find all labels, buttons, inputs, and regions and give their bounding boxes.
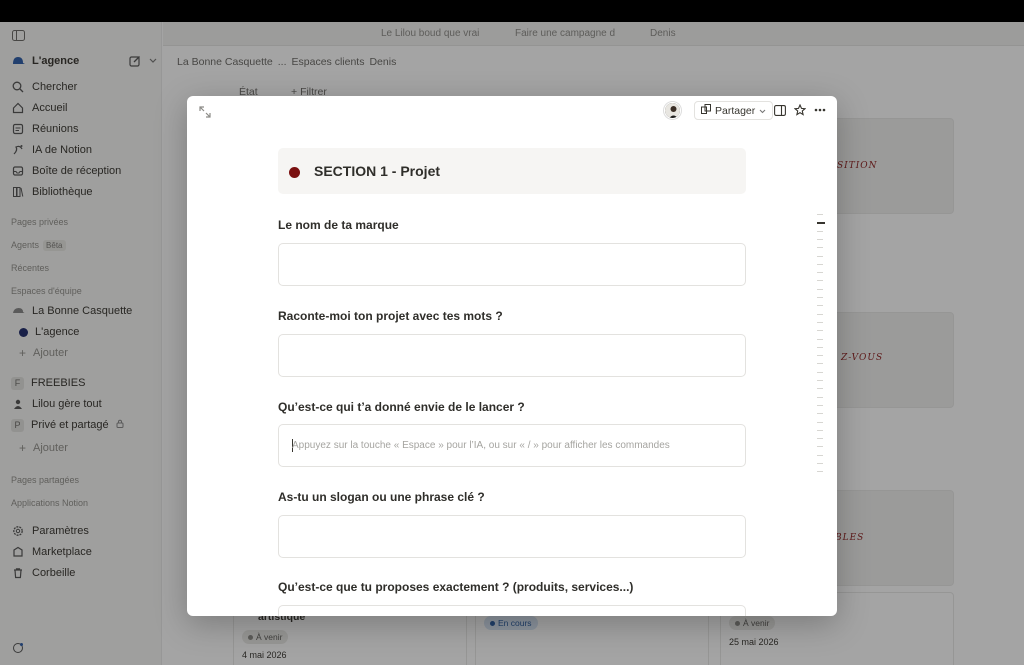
outline-tick bbox=[817, 363, 823, 365]
outline-tick bbox=[817, 463, 823, 464]
outline-tick bbox=[817, 338, 823, 340]
side-peek-icon[interactable] bbox=[773, 103, 787, 117]
red-dot-icon bbox=[289, 167, 300, 178]
outline-tick bbox=[817, 413, 823, 415]
outline-tick bbox=[817, 346, 823, 348]
star-icon[interactable] bbox=[793, 103, 807, 117]
outline-tick bbox=[817, 471, 823, 473]
share-label: Partager bbox=[715, 104, 756, 117]
question-label: Raconte-moi ton projet avec tes mots ? bbox=[278, 309, 503, 323]
outline-tick bbox=[817, 421, 823, 423]
answer-field[interactable] bbox=[278, 243, 746, 286]
share-button[interactable]: Partager bbox=[694, 101, 774, 120]
answer-field[interactable] bbox=[278, 605, 746, 616]
outline-tick bbox=[817, 446, 823, 448]
outline-tick bbox=[817, 230, 823, 232]
answer-field-active[interactable]: Appuyez sur la touche « Espace » pour l’… bbox=[278, 424, 746, 467]
expand-icon[interactable] bbox=[198, 105, 212, 119]
outline-tick bbox=[817, 247, 823, 249]
outline-tick bbox=[817, 454, 823, 456]
share-icon bbox=[701, 104, 711, 117]
outline-tick bbox=[817, 313, 823, 315]
outline-tick bbox=[817, 371, 823, 373]
outline-tick bbox=[817, 380, 823, 381]
outline-tick bbox=[817, 297, 823, 298]
outline-tick bbox=[817, 238, 823, 240]
outline-tick bbox=[817, 330, 823, 332]
chevron-down-icon bbox=[759, 105, 766, 117]
more-options-icon[interactable] bbox=[813, 103, 827, 117]
outline-tick bbox=[817, 214, 823, 215]
outline-tick bbox=[817, 388, 823, 390]
os-top-bar bbox=[0, 0, 1024, 22]
command-placeholder: Appuyez sur la touche « Espace » pour l’… bbox=[292, 440, 670, 451]
answer-field[interactable] bbox=[278, 334, 746, 377]
question-label: Qu’est-ce qui t’a donné envie de le lanc… bbox=[278, 400, 525, 414]
question-label: As-tu un slogan ou une phrase clé ? bbox=[278, 490, 485, 504]
outline-tick bbox=[817, 321, 823, 323]
outline-tick bbox=[817, 404, 823, 406]
outline-tick bbox=[817, 355, 823, 357]
avatar[interactable] bbox=[664, 102, 681, 119]
section-callout: SECTION 1 - Projet bbox=[278, 148, 746, 194]
outline-tick bbox=[817, 280, 823, 282]
page-peek-modal: Partager SECTION 1 - Projet Le nom de ta… bbox=[187, 96, 837, 616]
outline-tick bbox=[817, 396, 823, 398]
outline-tick bbox=[817, 272, 823, 274]
outline-tick bbox=[817, 438, 823, 440]
outline-tick bbox=[817, 305, 823, 307]
outline-tick bbox=[817, 255, 823, 257]
outline-tick bbox=[817, 222, 825, 225]
section-title: SECTION 1 - Projet bbox=[314, 163, 441, 179]
outline-tick bbox=[817, 288, 823, 290]
question-label: Qu’est-ce que tu proposes exactement ? (… bbox=[278, 580, 634, 594]
outline-tick bbox=[817, 263, 823, 265]
outline-tick bbox=[817, 429, 823, 431]
page-outline-minimap[interactable] bbox=[815, 214, 825, 484]
answer-field[interactable] bbox=[278, 515, 746, 558]
question-label: Le nom de ta marque bbox=[278, 218, 399, 232]
